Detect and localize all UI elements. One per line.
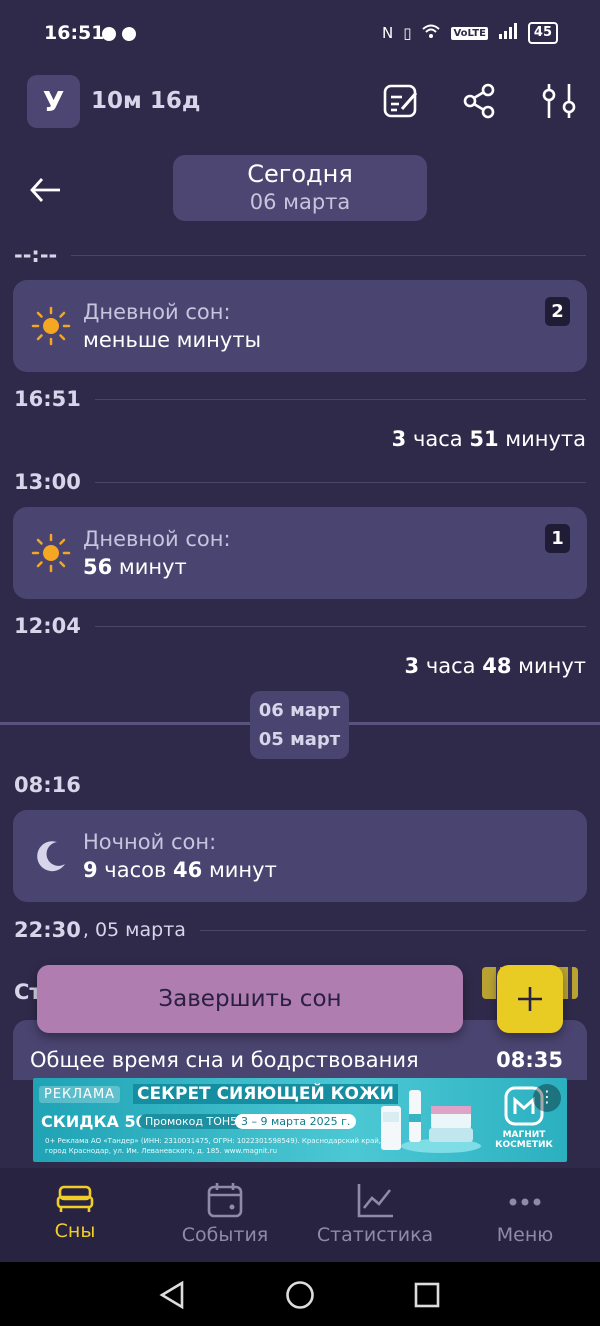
edit-note-icon[interactable]: [380, 80, 422, 122]
timeline-marker: --:--: [14, 240, 586, 270]
add-event-button[interactable]: [497, 965, 563, 1033]
product-image: [373, 1084, 483, 1156]
nap-duration: 56 минут: [83, 555, 187, 579]
nap-duration: меньше минуты: [83, 328, 262, 352]
plus-icon: [518, 987, 542, 1011]
ad-promo-code: Промокод ТОН50: [139, 1114, 251, 1129]
sun-icon: [31, 533, 71, 573]
awake-duration: 3 часа 48 минут: [404, 654, 586, 678]
nav-item-sleep[interactable]: Сны: [0, 1168, 150, 1262]
ad-fine-print: 0+ Реклама АО «Тандер» (ИНН: 2310031475,…: [45, 1137, 382, 1155]
share-icon[interactable]: [458, 80, 500, 122]
back-arrow-icon[interactable]: [26, 170, 66, 210]
nav-item-menu[interactable]: Меню: [450, 1168, 600, 1262]
nap-number-badge: 2: [545, 297, 570, 326]
nap-label: Дневной сон:: [83, 527, 231, 551]
sun-icon: [31, 306, 71, 346]
day-change-chip: 06 март 05 март: [250, 691, 349, 759]
bottom-nav: Сны События Статистика Меню: [0, 1168, 600, 1262]
nap-card[interactable]: Дневной сон: меньше минуты 2: [13, 280, 587, 372]
system-back-icon[interactable]: [158, 1280, 186, 1310]
status-indicators: N ▯ VoLTE 45: [382, 22, 558, 44]
date-selector[interactable]: Сегодня 06 марта: [173, 155, 427, 221]
timeline-time: 13:00: [14, 467, 586, 497]
nfc-icon: N: [381, 24, 394, 42]
moon-icon: [31, 836, 71, 876]
notification-icons: [102, 26, 142, 45]
calendar-icon: [207, 1183, 243, 1218]
system-nav-bar: [0, 1262, 600, 1326]
filter-settings-icon[interactable]: [538, 80, 580, 122]
status-time: 16:51: [44, 22, 105, 44]
night-sleep-card[interactable]: Ночной сон: 9 часов 46 минут: [13, 810, 587, 902]
wifi-icon: [421, 23, 441, 43]
date-title: Сегодня: [247, 160, 353, 188]
timeline-time: 12:04: [14, 611, 586, 641]
nap-label: Дневной сон:: [83, 300, 231, 324]
system-home-icon[interactable]: [285, 1280, 315, 1310]
awake-duration: 3 часа 51 минута: [391, 427, 586, 451]
night-sleep-label: Ночной сон:: [83, 830, 217, 854]
ad-dates: 3 – 9 марта 2025 г.: [235, 1114, 357, 1129]
timeline-time: 16:51: [14, 384, 586, 414]
nav-item-statistics[interactable]: Статистика: [300, 1168, 450, 1262]
night-sleep-duration: 9 часов 46 минут: [83, 858, 277, 882]
ad-more-icon[interactable]: ⋮: [533, 1084, 561, 1112]
ad-tag: РЕКЛАМА: [39, 1086, 121, 1103]
vibrate-icon: ▯: [403, 24, 412, 42]
bed-icon: [56, 1185, 94, 1212]
status-bar: 16:51 N ▯ VoLTE 45: [0, 0, 600, 66]
volte-badge: VoLTE: [451, 26, 488, 40]
child-age: 10м 16д: [91, 88, 201, 114]
total-time-label: Общее время сна и бодрствования: [30, 1048, 419, 1072]
nap-card[interactable]: Дневной сон: 56 минут 1: [13, 507, 587, 599]
timeline-time: 22:30, 05 марта: [14, 915, 586, 945]
battery-icon: 45: [527, 22, 558, 44]
timeline-time: 08:16: [14, 773, 81, 797]
date-subtitle: 06 марта: [249, 190, 351, 214]
child-avatar[interactable]: У: [27, 75, 80, 128]
nap-number-badge: 1: [545, 524, 570, 553]
system-recents-icon[interactable]: [413, 1280, 441, 1310]
total-time-value: 08:35: [496, 1048, 563, 1072]
more-icon: [509, 1198, 541, 1206]
nav-item-events[interactable]: События: [150, 1168, 300, 1262]
chart-icon: [357, 1184, 393, 1218]
finish-sleep-button[interactable]: Завершить сон: [37, 965, 463, 1033]
signal-icon: [498, 23, 518, 43]
ad-headline: СЕКРЕТ СИЯЮЩЕЙ КОЖИ: [133, 1084, 399, 1104]
ad-banner[interactable]: РЕКЛАМА СЕКРЕТ СИЯЮЩЕЙ КОЖИ СКИДКА 50% П…: [33, 1078, 567, 1162]
